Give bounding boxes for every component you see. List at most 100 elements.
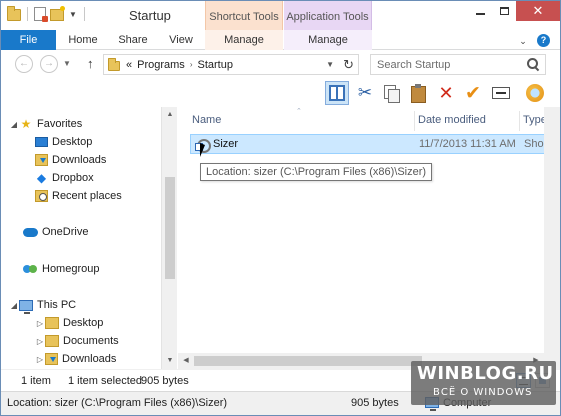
title-bar: ▼ Startup Shortcut Tools Application Too… <box>1 1 560 30</box>
sidebar-item-label: Favorites <box>37 118 83 130</box>
rename-button[interactable] <box>489 81 513 105</box>
shortcut-tools-header: Shortcut Tools <box>205 1 283 30</box>
column-header-date[interactable]: Date modified <box>418 111 486 129</box>
delete-icon: ✕ <box>438 82 454 103</box>
sidebar-item-homegroup[interactable]: Homegroup <box>23 260 99 278</box>
explorer-window: ▼ Startup Shortcut Tools Application Too… <box>0 0 561 416</box>
expand-arrow-icon[interactable]: ◢ <box>9 120 19 129</box>
scroll-up-icon[interactable]: ▲ <box>162 107 178 123</box>
folder-icon[interactable] <box>7 6 21 21</box>
preview-pane-button[interactable] <box>325 81 349 105</box>
shell-icon <box>526 84 544 102</box>
minimize-button[interactable] <box>468 1 492 21</box>
sidebar-item-label: Desktop <box>63 317 104 329</box>
tab-file[interactable]: File <box>1 30 56 50</box>
selection-count: 1 item selected <box>68 375 142 387</box>
selection-size: 905 bytes <box>141 375 189 387</box>
command-toolbar: ✂ ✕ ✔ <box>1 79 560 107</box>
column-header-name[interactable]: Name <box>192 111 221 129</box>
mouse-cursor-icon <box>200 143 210 159</box>
address-bar[interactable]: « Programs › Startup ▼ ↻ <box>103 54 359 75</box>
paste-button[interactable] <box>406 81 430 105</box>
sidebar-item-pc-downloads[interactable]: ▷ Downloads <box>35 350 116 368</box>
breadcrumb: « Programs › Startup <box>126 59 233 71</box>
sidebar-item-recent-places[interactable]: Recent places <box>35 187 122 205</box>
tab-share[interactable]: Share <box>113 30 153 50</box>
column-divider[interactable] <box>519 111 520 131</box>
close-button[interactable]: ✕ <box>516 1 560 21</box>
sidebar-item-label: Downloads <box>62 353 117 365</box>
scroll-thumb[interactable] <box>194 356 422 366</box>
computer-icon <box>19 299 33 314</box>
scroll-left-icon[interactable]: ◀ <box>178 353 194 369</box>
sidebar-item-favorites[interactable]: ◢ ★ Favorites <box>9 115 82 133</box>
shell-button[interactable] <box>523 81 547 105</box>
refresh-icon[interactable]: ↻ <box>343 57 354 73</box>
desktop-icon <box>35 137 48 147</box>
file-date: 11/7/2013 11:31 AM <box>419 138 516 150</box>
copy-button[interactable] <box>379 81 403 105</box>
sidebar-item-this-pc[interactable]: ◢ This PC <box>9 296 76 314</box>
search-placeholder: Search Startup <box>377 58 451 71</box>
customize-chevron-icon[interactable]: ▼ <box>68 10 78 19</box>
downloads-icon <box>35 154 48 166</box>
maximize-icon <box>499 7 509 15</box>
new-folder-icon[interactable] <box>50 6 65 21</box>
documents-folder-icon <box>45 335 59 347</box>
scroll-down-icon[interactable]: ▼ <box>162 353 178 369</box>
forward-button[interactable]: → <box>40 55 58 73</box>
sidebar-item-label: This PC <box>37 299 77 311</box>
location-tooltip: Location: sizer (C:\Program Files (x86)\… <box>200 163 433 181</box>
tab-view[interactable]: View <box>163 30 199 50</box>
cloud-icon <box>23 227 38 237</box>
table-row[interactable]: Sizer 11/7/2013 11:31 AM Shortcut <box>190 134 560 154</box>
expand-arrow-icon[interactable]: ▷ <box>35 355 45 364</box>
recent-places-icon <box>35 190 48 202</box>
apply-button[interactable]: ✔ <box>461 81 485 105</box>
sidebar-item-desktop[interactable]: Desktop <box>35 133 92 151</box>
recent-locations-icon[interactable]: ▼ <box>63 59 71 68</box>
sidebar-item-dropbox[interactable]: ◆ Dropbox <box>35 169 94 187</box>
address-dropdown-icon[interactable]: ▼ <box>326 60 334 69</box>
navpane-scrollbar[interactable]: ▲ ▼ <box>161 107 177 369</box>
content-vertical-scrollbar[interactable] <box>544 107 560 353</box>
tab-manage-shortcut[interactable]: Manage <box>205 30 283 50</box>
sidebar-item-pc-desktop[interactable]: ▷ Desktop <box>35 314 103 332</box>
properties-icon[interactable] <box>34 7 48 22</box>
expand-arrow-icon[interactable]: ▷ <box>35 337 45 346</box>
cut-button[interactable]: ✂ <box>353 81 377 105</box>
close-icon: ✕ <box>532 3 544 18</box>
expand-ribbon-icon[interactable]: ⌄ <box>517 35 529 47</box>
tab-manage-application[interactable]: Manage <box>284 30 372 50</box>
file-list-pane: ⌃ Name Date modified Type Sizer 11/7/201… <box>178 107 560 369</box>
breadcrumb-overflow[interactable]: « <box>126 59 132 71</box>
sidebar-item-onedrive[interactable]: OneDrive <box>23 223 88 241</box>
breadcrumb-startup[interactable]: Startup <box>197 59 232 71</box>
tab-home[interactable]: Home <box>63 30 103 50</box>
separator <box>27 7 28 21</box>
sidebar-item-downloads[interactable]: Downloads <box>35 151 106 169</box>
search-icon[interactable] <box>527 58 539 70</box>
delete-button[interactable]: ✕ <box>434 81 458 105</box>
breadcrumb-programs[interactable]: Programs <box>137 59 185 71</box>
navigation-pane: ◢ ★ Favorites Desktop Downloads ◆ Dropbo… <box>1 107 177 369</box>
chevron-right-icon[interactable]: › <box>190 60 193 69</box>
minimize-icon <box>475 13 485 15</box>
expand-arrow-icon[interactable]: ◢ <box>9 301 19 310</box>
watermark-subtitle: ВСЁ О WINDOWS <box>433 387 533 398</box>
help-icon[interactable]: ? <box>537 34 550 47</box>
sidebar-item-pc-documents[interactable]: ▷ Documents <box>35 332 119 350</box>
dropbox-icon: ◆ <box>36 171 47 185</box>
ribbon-right-controls: ⌄ ? <box>517 34 550 47</box>
search-input[interactable]: Search Startup <box>370 54 546 75</box>
sidebar-item-label: Dropbox <box>52 172 94 184</box>
downloads-icon <box>45 353 58 365</box>
back-button[interactable]: ← <box>15 55 33 73</box>
column-divider[interactable] <box>414 111 415 131</box>
item-count: 1 item <box>21 375 51 387</box>
expand-arrow-icon[interactable]: ▷ <box>35 319 45 328</box>
scroll-thumb[interactable] <box>165 177 175 279</box>
paste-icon <box>410 84 426 103</box>
maximize-button[interactable] <box>492 1 516 21</box>
up-button[interactable]: ↑ <box>87 56 94 71</box>
